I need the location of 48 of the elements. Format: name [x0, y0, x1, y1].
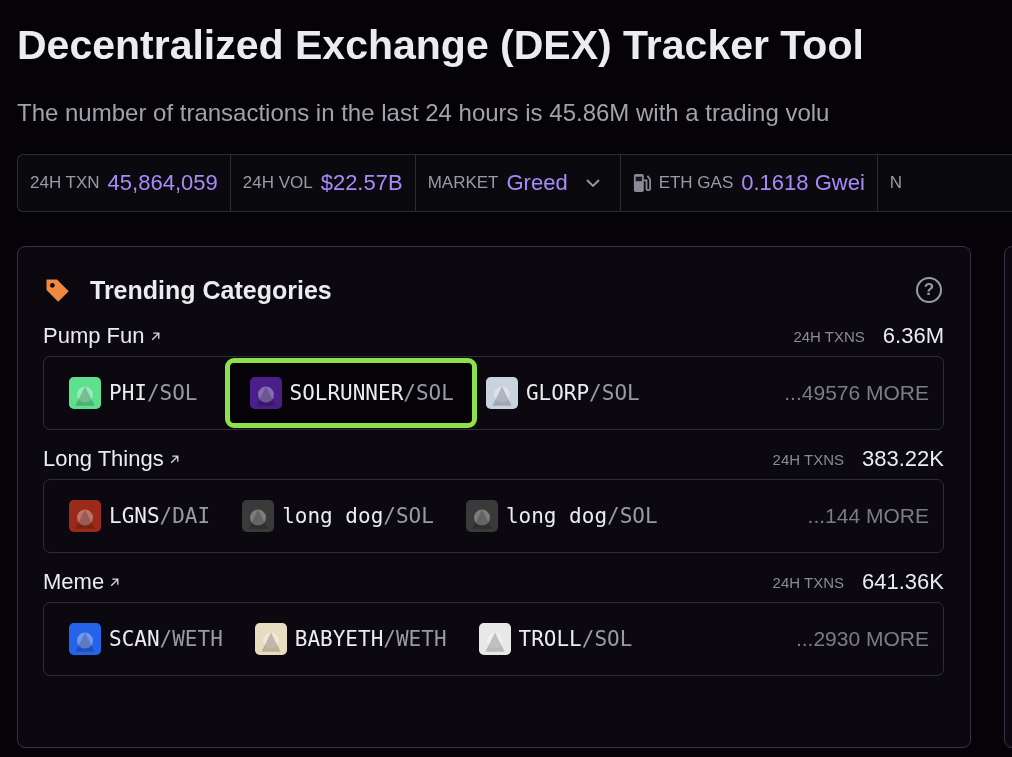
pair-name: long dog/SOL: [282, 504, 434, 528]
more-link[interactable]: ...144 MORE: [807, 504, 929, 528]
metric-value: 6.36M: [882, 323, 944, 349]
stat-label: N: [889, 173, 903, 193]
pair-chip[interactable]: LGNS/DAI: [64, 481, 234, 551]
pair-chip[interactable]: BABYETH/WETH: [249, 604, 470, 674]
more-link[interactable]: ...49576 MORE: [784, 381, 929, 405]
metric-value: 383.22K: [862, 446, 944, 472]
metric-label: 24H TXNS: [772, 450, 845, 468]
page-title: Decentralized Exchange (DEX) Tracker Tool: [17, 21, 865, 70]
stat-label: 24H TXN: [30, 173, 100, 193]
pair-name: TROLL/SOL: [518, 627, 633, 651]
stat-value: 0.1618 Gwei: [741, 170, 865, 196]
pair-chip[interactable]: SCAN/WETH: [64, 604, 246, 674]
pair-chip[interactable]: long dog/SOL: [237, 481, 457, 551]
fuel-pump-icon: [632, 172, 651, 194]
chevron-down-icon[interactable]: [585, 179, 600, 187]
external-arrow-icon: [149, 330, 161, 342]
category-link[interactable]: Long Things: [43, 446, 164, 472]
metric-label: 24H TXNS: [793, 327, 865, 345]
pair-chip[interactable]: TROLL/SOL: [473, 604, 656, 674]
external-arrow-icon: [109, 576, 121, 588]
card-title: Trending Categories: [90, 275, 332, 305]
pair-name: SCAN/WETH: [109, 627, 223, 651]
help-button[interactable]: ?: [916, 277, 942, 303]
metric-label: 24H TXNS: [772, 573, 845, 591]
pair-name: LGNS/DAI: [109, 504, 211, 528]
page-subtitle: The number of transactions in the last 24 hours is 45.86M with a trading volu: [17, 98, 831, 128]
more-link[interactable]: ...2930 MORE: [795, 627, 929, 651]
pair-chip[interactable]: GLORP/SOL: [480, 358, 663, 428]
pair-name: SOLRUNNER/SOL: [289, 381, 454, 405]
pair-chip[interactable]: SOLRUNNER/SOL: [224, 358, 477, 428]
pair-name: GLORP/SOL: [525, 381, 640, 405]
stat-label: MARKET: [427, 173, 499, 193]
stat-label: 24H VOL: [242, 173, 313, 193]
category-link[interactable]: Pump Fun: [43, 323, 145, 349]
metric-value: 641.36K: [862, 569, 944, 595]
stat-label: ETH GAS: [658, 173, 734, 193]
pair-name: long dog/SOL: [505, 504, 658, 528]
stat-value: Greed: [506, 170, 568, 196]
stat-value: $22.57B: [320, 170, 403, 196]
stat-value: 45,864,059: [107, 170, 218, 196]
pair-chip[interactable]: long dog/SOL: [460, 481, 681, 551]
pair-name: BABYETH/WETH: [294, 627, 447, 651]
external-arrow-icon: [168, 453, 180, 465]
pair-name: PHI/SOL: [109, 381, 198, 405]
category-link[interactable]: Meme: [43, 569, 105, 595]
pair-chip[interactable]: PHI/SOL: [64, 358, 221, 428]
